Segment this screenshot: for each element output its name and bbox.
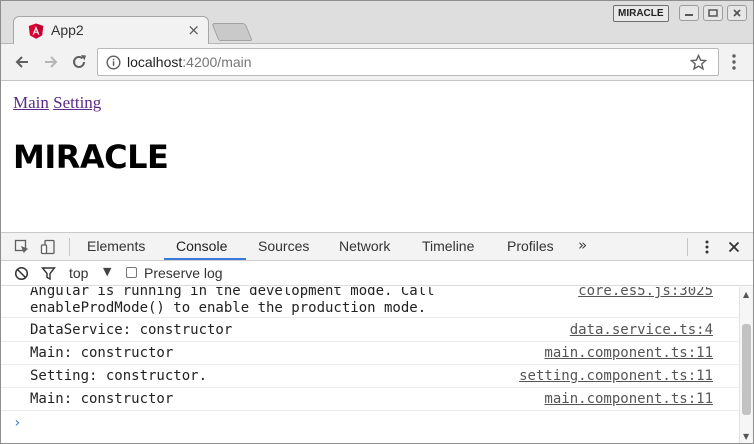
tab-network[interactable]: Network: [339, 238, 390, 254]
console-message: Main: constructor main.component.ts:11: [1, 388, 739, 411]
minimize-icon: [685, 14, 693, 16]
devtools-menu-icon[interactable]: [699, 239, 715, 255]
console-message-text: Angular is running in the development mo…: [30, 287, 435, 316]
console-message: DataService: constructor data.service.ts…: [1, 319, 739, 342]
tab-profiles[interactable]: Profiles: [507, 238, 554, 254]
tab-title: App2: [51, 22, 84, 38]
tab-sources[interactable]: Sources: [258, 238, 309, 254]
chevron-down-icon[interactable]: ▼: [103, 265, 111, 278]
devtools-separator: [69, 238, 70, 256]
tab-strip: App2 × MIRACLE: [1, 1, 753, 45]
devtools-separator: [687, 238, 688, 256]
console-messages: Angular is running in the development mo…: [1, 287, 739, 443]
console-message-source[interactable]: main.component.ts:11: [544, 391, 713, 407]
restore-icon: [708, 9, 718, 17]
info-icon[interactable]: [106, 55, 121, 70]
console-message-source[interactable]: data.service.ts:4: [570, 322, 713, 338]
star-icon[interactable]: [690, 54, 707, 71]
nav-link-setting[interactable]: Setting: [53, 93, 101, 112]
console-message-text: Main: constructor: [30, 391, 174, 407]
console-scrollbar[interactable]: ▲ ▼: [739, 287, 753, 443]
tab-elements[interactable]: Elements: [87, 238, 145, 254]
scroll-up-icon[interactable]: ▲: [743, 290, 749, 299]
nav-links: Main Setting: [13, 93, 101, 113]
new-tab-button[interactable]: [211, 23, 253, 41]
scrollbar-thumb[interactable]: [742, 324, 751, 415]
address-bar[interactable]: localhost:4200/main: [97, 48, 719, 76]
device-toolbar-icon[interactable]: [40, 239, 56, 255]
browser-window: App2 × MIRACLE localhost:4200/main Main …: [0, 0, 754, 444]
menu-icon[interactable]: [730, 53, 738, 71]
console-prompt[interactable]: ›: [13, 415, 21, 431]
tab-timeline[interactable]: Timeline: [422, 238, 474, 254]
page-heading: MIRACLE: [13, 138, 169, 176]
browser-tab[interactable]: App2 ×: [13, 16, 209, 45]
scroll-down-icon[interactable]: ▼: [743, 432, 749, 441]
url-path: :4200/main: [182, 54, 252, 70]
console-filter-bar: top ▼ Preserve log: [1, 262, 753, 286]
close-icon: [733, 9, 741, 17]
tab-close-icon[interactable]: ×: [187, 21, 200, 39]
page-content: Main Setting MIRACLE: [1, 82, 753, 232]
filter-icon[interactable]: [41, 266, 56, 281]
reload-icon[interactable]: [70, 53, 88, 71]
minimize-button[interactable]: [679, 5, 699, 21]
devtools-panel: Elements Console Sources Network Timelin…: [1, 232, 753, 443]
more-tabs-icon[interactable]: »: [578, 236, 587, 254]
back-icon[interactable]: [13, 53, 31, 71]
preserve-log-checkbox[interactable]: [126, 267, 137, 278]
preserve-log-label: Preserve log: [144, 265, 223, 281]
console-message-text: DataService: constructor: [30, 322, 233, 338]
angular-logo-icon: [28, 23, 44, 39]
console-message-text: Main: constructor: [30, 345, 174, 361]
profile-badge[interactable]: MIRACLE: [613, 5, 669, 22]
window-close-button[interactable]: [727, 5, 747, 21]
devtools-close-icon[interactable]: [726, 239, 742, 255]
console-message-source[interactable]: main.component.ts:11: [544, 345, 713, 361]
console-message-source[interactable]: setting.component.ts:11: [519, 368, 713, 384]
console-message-text: Setting: constructor.: [30, 368, 208, 384]
console-message: Setting: constructor. setting.component.…: [1, 365, 739, 388]
tab-console[interactable]: Console: [176, 238, 227, 254]
context-selector[interactable]: top: [69, 265, 88, 281]
active-tab-indicator: [164, 258, 246, 260]
forward-icon[interactable]: [42, 53, 60, 71]
console-message: Main: constructor main.component.ts:11: [1, 342, 739, 365]
nav-link-main[interactable]: Main: [13, 93, 49, 112]
browser-toolbar: localhost:4200/main: [1, 44, 753, 81]
restore-button[interactable]: [703, 5, 723, 21]
url-host: localhost: [127, 54, 183, 70]
inspect-element-icon[interactable]: [14, 239, 30, 255]
devtools-tabbar: Elements Console Sources Network Timelin…: [1, 233, 753, 261]
clear-console-icon[interactable]: [14, 266, 29, 281]
url-text: localhost:4200/main: [127, 54, 252, 70]
console-message: Angular is running in the development mo…: [1, 287, 739, 318]
console-message-source[interactable]: core.es5.js:3025: [578, 287, 713, 299]
